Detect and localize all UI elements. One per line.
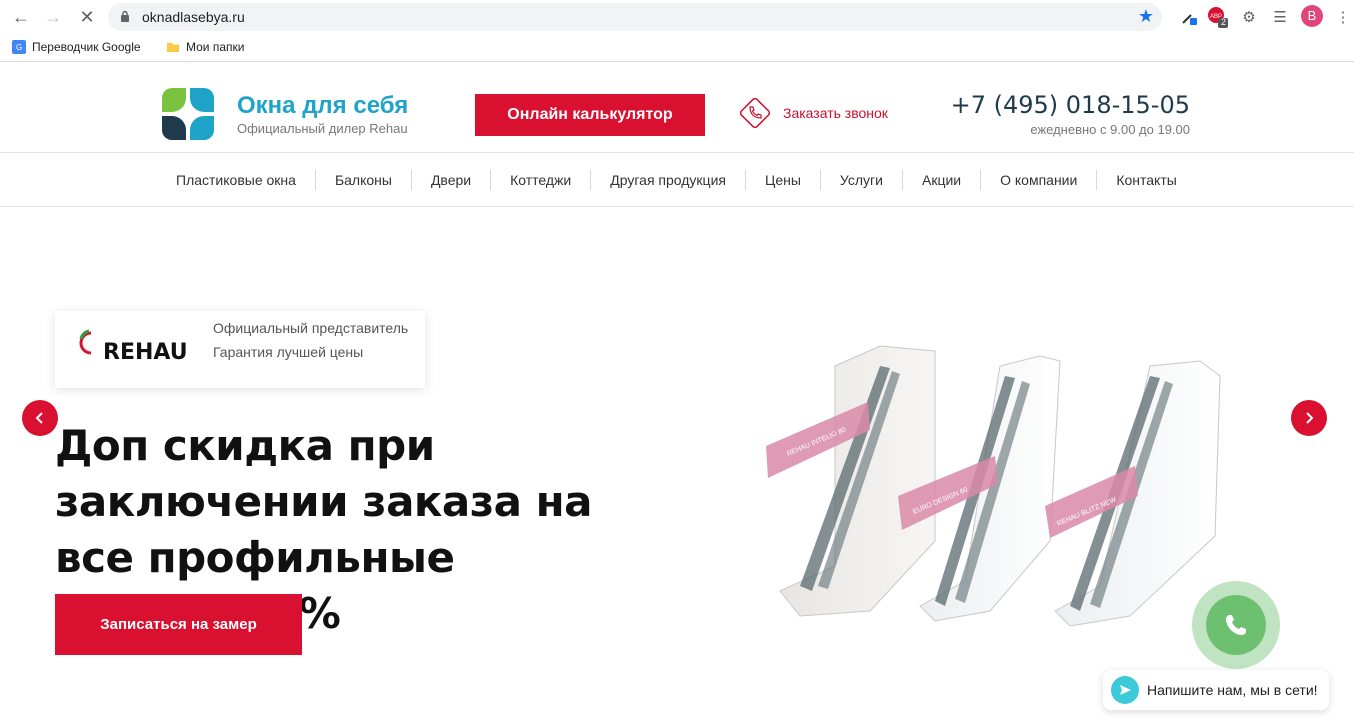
main-menu: Пластиковые окна Балконы Двери Коттеджи … — [0, 152, 1354, 207]
translate-icon: G — [12, 40, 26, 54]
chat-widget[interactable]: Напишите нам, мы в сети! — [1103, 670, 1329, 710]
call-widget-button[interactable] — [1192, 581, 1280, 669]
bookmark-google-translate[interactable]: G Переводчик Google — [12, 40, 141, 54]
back-icon[interactable]: ← — [10, 6, 32, 28]
working-hours: ежедневно с 9.00 до 19.00 — [1030, 122, 1190, 137]
slider-prev-button[interactable] — [22, 400, 58, 436]
menu-item-services[interactable]: Услуги — [821, 169, 903, 190]
eyedropper-extension-icon[interactable] — [1178, 6, 1200, 28]
address-bar[interactable]: oknadlasebya.ru ★ — [108, 3, 1162, 31]
order-callback-link[interactable]: Заказать звонок — [737, 95, 888, 131]
phone-number[interactable]: +7 (495) 018-15-05 — [951, 91, 1190, 119]
forward-icon[interactable]: → — [42, 6, 64, 28]
rehau-wordmark: REHAU — [103, 340, 187, 363]
adblock-count: 2 — [1221, 17, 1227, 27]
chat-widget-text: Напишите нам, мы в сети! — [1147, 682, 1318, 698]
chevron-left-icon — [35, 412, 43, 424]
menu-item-plastic-windows[interactable]: Пластиковые окна — [157, 169, 316, 190]
official-representative-text: Официальный представитель — [213, 320, 409, 336]
url-text: oknadlasebya.ru — [142, 9, 245, 25]
callback-label: Заказать звонок — [783, 105, 888, 121]
adblock-extension-icon[interactable]: ABP 2 — [1207, 6, 1229, 28]
bookmark-label: Мои папки — [186, 40, 245, 54]
phone-diamond-icon — [739, 97, 771, 129]
menu-item-doors[interactable]: Двери — [412, 169, 492, 190]
browser-toolbar: ← → ✕ oknadlasebya.ru ★ ABP 2 ⚙ ☰ B ⋮ — [0, 0, 1354, 34]
rehau-logo: REHAU — [79, 329, 187, 363]
lock-icon — [121, 10, 129, 22]
svg-text:G: G — [16, 43, 22, 52]
online-calculator-button[interactable]: Онлайн калькулятор — [475, 94, 705, 136]
bookmark-star-icon[interactable]: ★ — [1138, 6, 1154, 27]
website: Окна для себя Официальный дилер Rehau Он… — [0, 66, 1354, 718]
menu-item-contacts[interactable]: Контакты — [1097, 170, 1195, 190]
more-menu-icon[interactable]: ⋮ — [1332, 6, 1354, 28]
book-measurement-button[interactable]: Записаться на замер — [55, 594, 302, 655]
bookmark-label: Переводчик Google — [32, 40, 141, 54]
menu-item-cottages[interactable]: Коттеджи — [491, 169, 592, 190]
rehau-badge-card: REHAU Официальный представитель Гарантия… — [55, 311, 425, 388]
chat-send-icon — [1111, 676, 1139, 704]
menu-item-prices[interactable]: Цены — [746, 169, 821, 190]
media-queue-icon[interactable]: ☰ — [1269, 6, 1291, 28]
best-price-guarantee-text: Гарантия лучшей цены — [213, 344, 364, 360]
company-logo-icon[interactable] — [160, 86, 216, 142]
bookmark-my-folders[interactable]: Мои папки — [166, 40, 244, 54]
window-profiles-image: REHAU INTELIO 80 EURO DESIGN 60 REHAU BL… — [766, 345, 1221, 626]
brand-title[interactable]: Окна для себя — [237, 92, 408, 120]
profile-avatar[interactable]: B — [1301, 5, 1323, 27]
menu-item-balconies[interactable]: Балконы — [316, 169, 412, 190]
bookmarks-bar: G Переводчик Google Мои папки — [0, 34, 1354, 62]
menu-item-promotions[interactable]: Акции — [903, 169, 982, 190]
slider-next-button[interactable] — [1291, 400, 1327, 436]
stop-loading-icon[interactable]: ✕ — [76, 6, 98, 28]
menu-item-other-products[interactable]: Другая продукция — [591, 169, 746, 190]
folder-icon — [167, 43, 179, 52]
chevron-right-icon — [1306, 412, 1314, 424]
menu-item-about[interactable]: О компании — [981, 169, 1098, 190]
phone-icon — [1226, 615, 1246, 635]
puzzle-extensions-icon[interactable]: ⚙ — [1238, 6, 1260, 28]
brand-subtitle: Официальный дилер Rehau — [237, 121, 408, 136]
